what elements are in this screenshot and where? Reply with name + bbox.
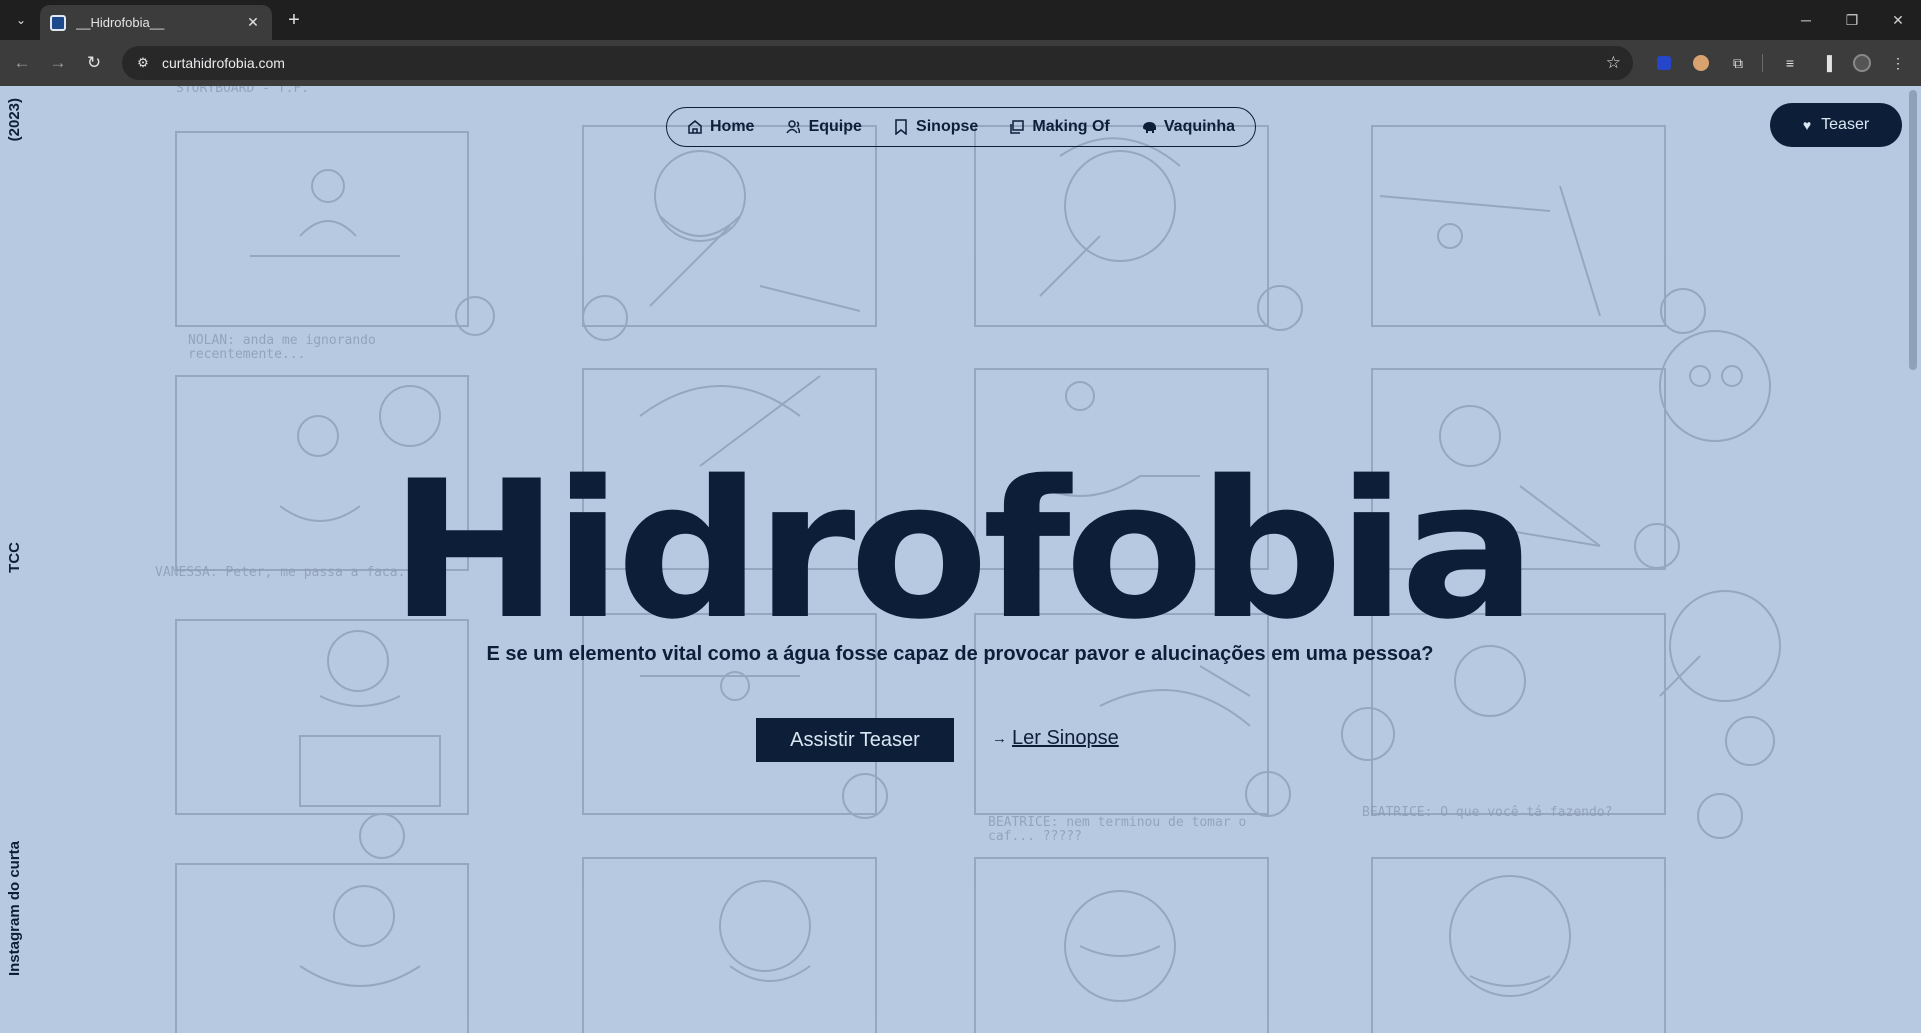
main-nav: Home Equipe Sinopse Making Of Vaquinha [666, 107, 1256, 147]
forward-arrow-icon[interactable]: → [46, 51, 70, 75]
svg-text:recentemente...: recentemente... [188, 347, 305, 362]
svg-text:NOLAN: anda me ignorando: NOLAN: anda me ignorando [188, 333, 376, 348]
nav-sinopse-label: Sinopse [916, 118, 979, 135]
tab-title: __Hidrofobia__ [76, 15, 165, 30]
nav-equipe[interactable]: Equipe [785, 118, 862, 136]
back-arrow-icon[interactable]: ← [10, 51, 34, 75]
bookmark-icon [895, 119, 907, 135]
page-scrollbar[interactable] [1905, 86, 1921, 1033]
teaser-button-label: Teaser [1821, 116, 1870, 133]
window-controls: ─ ❐ ✕ [1783, 0, 1921, 40]
browser-tab-bar: ⌄ __Hidrofobia__ ✕ + ─ ❐ ✕ [0, 0, 1921, 40]
watch-teaser-button[interactable]: Assistir Teaser [756, 718, 954, 762]
gallery-icon [1010, 120, 1025, 134]
home-icon [688, 120, 702, 134]
reload-icon[interactable]: ↻ [82, 51, 106, 75]
new-tab-plus-icon[interactable]: + [282, 9, 306, 33]
nav-making-of[interactable]: Making Of [1009, 118, 1110, 136]
teaser-button[interactable]: ♥ Teaser [1770, 103, 1902, 147]
toolbar-divider [1762, 54, 1763, 72]
nav-vaquinha[interactable]: Vaquinha [1141, 118, 1235, 136]
nav-equipe-label: Equipe [808, 118, 862, 135]
hero-title: Hidrofobia [389, 440, 1537, 661]
read-synopsis-link[interactable]: → Ler Sinopse [992, 727, 1119, 750]
nav-home[interactable]: Home [687, 118, 754, 136]
people-icon [785, 120, 800, 134]
read-synopsis-label: Ler Sinopse [1012, 727, 1119, 749]
favicon-icon [50, 14, 66, 31]
nav-home-label: Home [710, 118, 755, 135]
profile-avatar-icon[interactable] [1851, 52, 1873, 74]
svg-text:BEATRICE: O que você tá fazend: BEATRICE: O que você tá fazendo? [1362, 805, 1612, 820]
svg-text:VANESSA: Peter, me passa a fac: VANESSA: Peter, me passa a faca... [155, 565, 421, 580]
url-text[interactable]: curtahidrofobia.com [162, 55, 1606, 71]
browser-toolbar: ← → ↻ ⚙ curtahidrofobia.com ☆ ⧉ ≡ ▐ ⋮ [0, 40, 1921, 86]
side-year-label: (2023) [6, 98, 23, 142]
media-controls-icon[interactable]: ≡ [1779, 52, 1801, 74]
side-tcc-label: TCC [6, 542, 23, 573]
extension-icon-blue[interactable] [1653, 52, 1675, 74]
piggy-bank-icon [1142, 122, 1156, 133]
arrow-right-icon: → [992, 730, 1007, 747]
extensions-puzzle-icon[interactable]: ⧉ [1727, 52, 1749, 74]
svg-text:caf... ?????: caf... ????? [988, 829, 1082, 844]
address-bar[interactable]: ⚙ curtahidrofobia.com ☆ [122, 46, 1633, 80]
scrollbar-thumb[interactable] [1909, 90, 1917, 370]
side-instagram-link[interactable]: Instagram do curta [6, 841, 28, 976]
page-viewport: NOLAN: anda me ignorando recentemente...… [0, 86, 1921, 1033]
nav-sinopse[interactable]: Sinopse [893, 118, 978, 136]
restore-icon[interactable]: ❐ [1829, 0, 1875, 40]
nav-making-of-label: Making Of [1032, 118, 1110, 135]
svg-text:STORYBOARD - T.F.: STORYBOARD - T.F. [176, 86, 309, 96]
tab-close-icon[interactable]: ✕ [244, 14, 262, 31]
svg-text:BEATRICE: nem terminou de toma: BEATRICE: nem terminou de tomar o [988, 815, 1246, 830]
side-panel-icon[interactable]: ▐ [1816, 52, 1838, 74]
close-window-icon[interactable]: ✕ [1875, 0, 1921, 40]
site-info-icon[interactable]: ⚙ [132, 55, 154, 71]
bookmark-star-icon[interactable]: ☆ [1606, 53, 1621, 73]
heart-icon: ♥ [1802, 117, 1812, 133]
browser-tab[interactable]: __Hidrofobia__ ✕ [40, 5, 272, 40]
tab-search-chevron-down-icon[interactable]: ⌄ [8, 8, 34, 32]
hero-tagline: E se um elemento vital como a água fosse… [486, 643, 1434, 665]
menu-kebab-icon[interactable]: ⋮ [1887, 52, 1909, 74]
extension-icon-face[interactable] [1690, 52, 1712, 74]
nav-vaquinha-label: Vaquinha [1163, 118, 1235, 135]
minimize-icon[interactable]: ─ [1783, 0, 1829, 40]
